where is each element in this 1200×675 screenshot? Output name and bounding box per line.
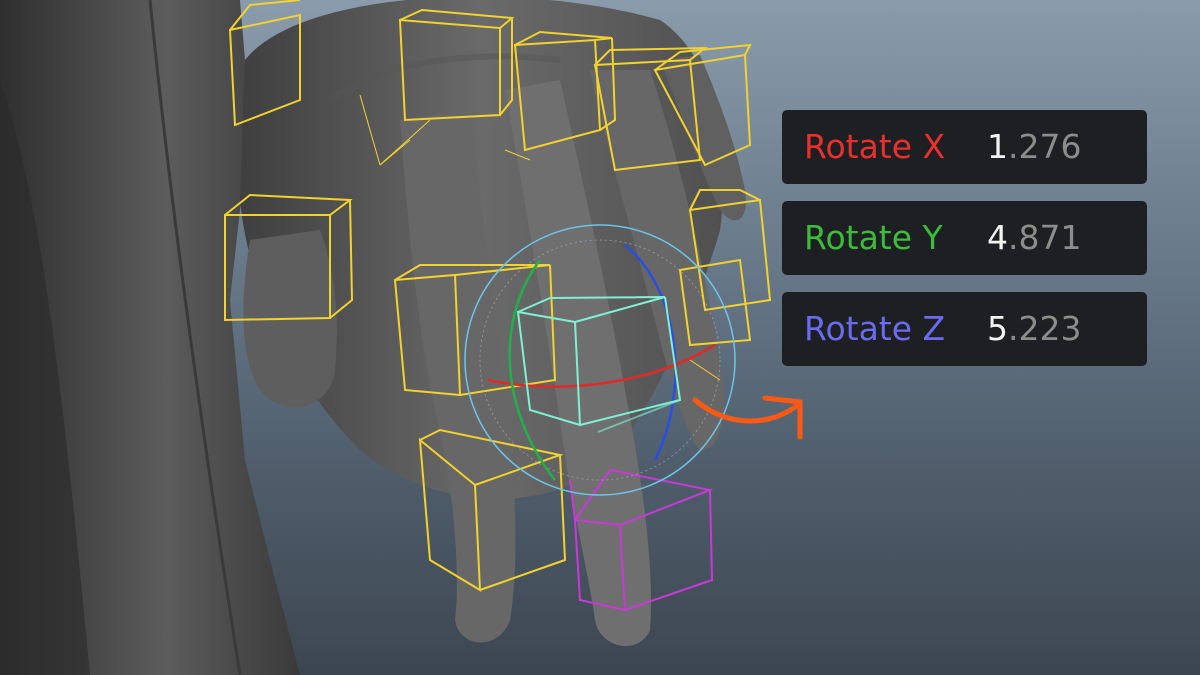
channel-rotate-y[interactable]: Rotate Y 4.871 — [782, 201, 1147, 275]
rotate-y-label: Rotate Y — [804, 218, 943, 257]
rotate-x-value-frac: .276 — [1008, 127, 1082, 166]
rotate-z-value-frac: .223 — [1008, 309, 1082, 348]
rotate-y-value-int: 4 — [987, 218, 1008, 257]
rotate-y-value[interactable]: 4.871 — [987, 219, 1081, 257]
rotate-x-value-int: 1 — [987, 127, 1008, 166]
channel-rotate-x[interactable]: Rotate X 1.276 — [782, 110, 1147, 184]
channel-rotate-z[interactable]: Rotate Z 5.223 — [782, 292, 1147, 366]
rotate-z-value-int: 5 — [987, 309, 1008, 348]
rotate-x-value[interactable]: 1.276 — [987, 128, 1081, 166]
rotate-z-label: Rotate Z — [804, 309, 946, 348]
viewport-3d[interactable]: Rotate X 1.276 Rotate Y 4.871 Rotate Z 5… — [0, 0, 1200, 675]
rotate-z-value[interactable]: 5.223 — [987, 310, 1081, 348]
rotate-y-value-frac: .871 — [1008, 218, 1082, 257]
rotate-x-label: Rotate X — [804, 127, 946, 166]
